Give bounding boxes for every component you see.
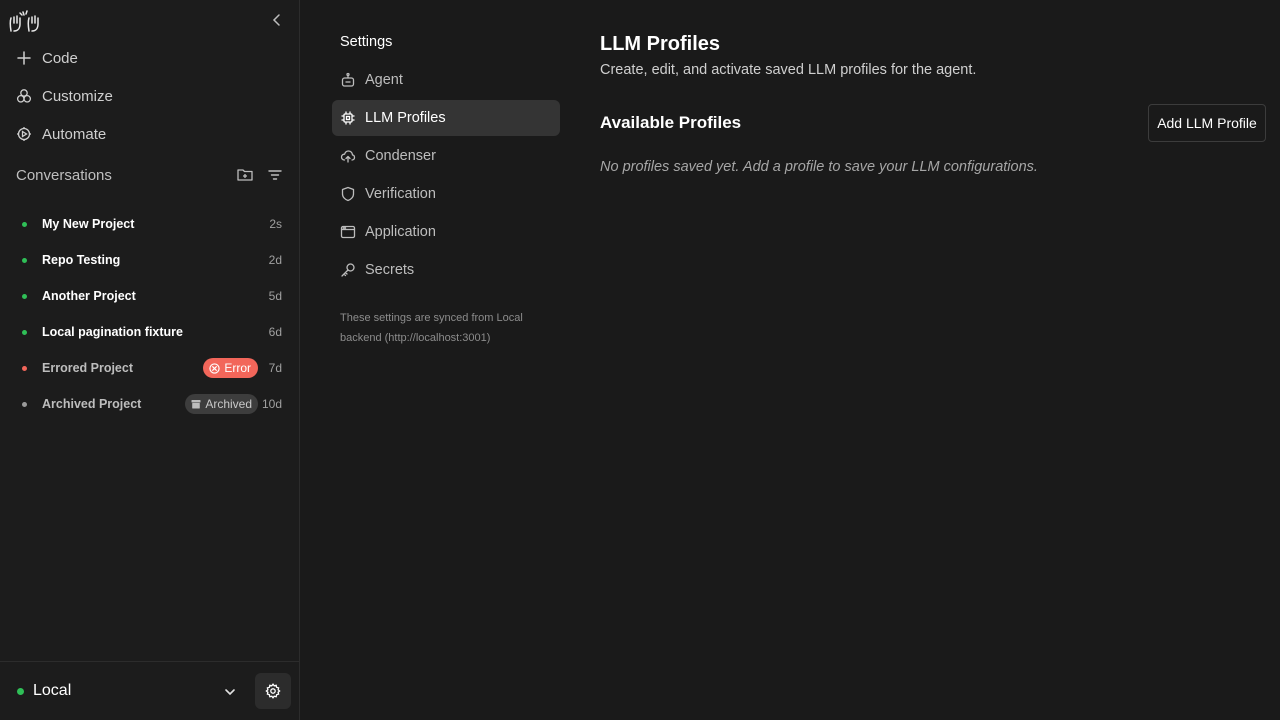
conversation-age: 6d [268,325,282,339]
status-dot [22,401,27,407]
conversation-age: 7d [268,361,282,375]
error-circle-icon [209,362,221,374]
status-dot [22,365,27,371]
new-folder-icon[interactable] [236,166,254,184]
status-dot [22,329,27,335]
conversation-name: Another Project [42,289,136,303]
conversation-age: 2s [269,217,282,231]
gear-icon [265,683,281,699]
conversation-item[interactable]: Errored Project Error 7d [16,350,282,386]
conversation-name: Repo Testing [42,253,121,267]
collapse-sidebar-icon[interactable] [268,11,286,29]
settings-nav-llm-profiles[interactable]: LLM Profiles [332,100,560,136]
settings-nav-condenser-label: Condenser [365,148,436,164]
settings-button[interactable] [255,673,291,709]
hands-logo-icon[interactable] [8,9,42,33]
nav-automate[interactable]: Automate [16,122,106,146]
shield-icon [341,186,355,202]
backend-name[interactable]: Local [33,682,71,700]
settings-nav-application[interactable]: Application [332,214,560,250]
status-dot [22,293,27,299]
settings-nav-condenser[interactable]: Condenser [332,138,560,174]
conversation-item[interactable]: Archived Project Archived 10d [16,386,282,422]
conversation-name: My New Project [42,217,135,231]
sync-note: These settings are synced from Local bac… [340,312,523,344]
conversation-age: 5d [268,289,282,303]
page-title: LLM Profiles [600,33,721,55]
main-content: LLM Profiles Create, edit, and activate … [600,0,1280,720]
status-dot [22,221,27,227]
add-llm-profile-button[interactable]: Add LLM Profile [1148,104,1266,142]
archived-badge-label: Archived [205,397,252,411]
conversation-list: My New Project 2s Repo Testing 2d Anothe… [16,206,282,422]
nav-code[interactable]: Code [16,46,78,70]
settings-nav-application-label: Application [365,224,436,240]
automate-icon [17,127,31,141]
settings-nav-agent[interactable]: Agent [332,62,560,98]
robot-icon [341,72,355,87]
backend-status-dot [17,688,24,695]
settings-nav-verification-label: Verification [365,186,436,202]
conversation-item[interactable]: My New Project 2s [16,206,282,242]
conversation-item[interactable]: Repo Testing 2d [16,242,282,278]
app-root: Code Customize Automate Conversations My… [0,0,1280,720]
conversation-name: Local pagination fixture [42,325,183,339]
nav-customize-label: Customize [42,87,113,105]
settings-nav-secrets[interactable]: Secrets [332,252,560,288]
conversation-item[interactable]: Local pagination fixture 6d [16,314,282,350]
nav-automate-label: Automate [42,125,107,143]
window-icon [340,225,356,239]
nav-customize[interactable]: Customize [16,84,113,108]
shapes-icon [16,89,32,103]
plus-icon [17,51,31,65]
backend-selector: Local [0,661,299,720]
settings-title: Settings [340,34,393,50]
conversation-item[interactable]: Another Project 5d [16,278,282,314]
conversations-header: Conversations [16,165,284,185]
empty-profiles-message: No profiles saved yet. Add a profile to … [600,159,1038,175]
conversation-age: 10d [261,397,282,411]
conversation-age: 2d [268,253,282,267]
settings-nav-verification[interactable]: Verification [332,176,560,212]
conversation-name: Errored Project [42,361,134,375]
filter-icon[interactable] [266,166,284,184]
chip-icon [341,111,355,125]
sidebar: Code Customize Automate Conversations My… [0,0,300,720]
error-badge: Error [203,358,258,378]
chevron-down-icon[interactable] [222,684,238,700]
key-icon [341,263,355,277]
settings-nav-agent-label: Agent [365,72,403,88]
section-title: Available Profiles [600,113,742,132]
archived-badge: Archived [185,394,258,414]
error-badge-label: Error [224,361,251,375]
cloud-upload-icon [340,150,356,163]
archive-box-icon [191,400,201,409]
conversation-name: Archived Project [42,397,142,411]
settings-nav-secrets-label: Secrets [365,262,415,278]
page-description: Create, edit, and activate saved LLM pro… [600,62,977,78]
conversations-title: Conversations [16,166,112,184]
nav-code-label: Code [42,49,78,67]
settings-nav-llm-profiles-label: LLM Profiles [365,110,446,126]
status-dot [22,257,27,263]
